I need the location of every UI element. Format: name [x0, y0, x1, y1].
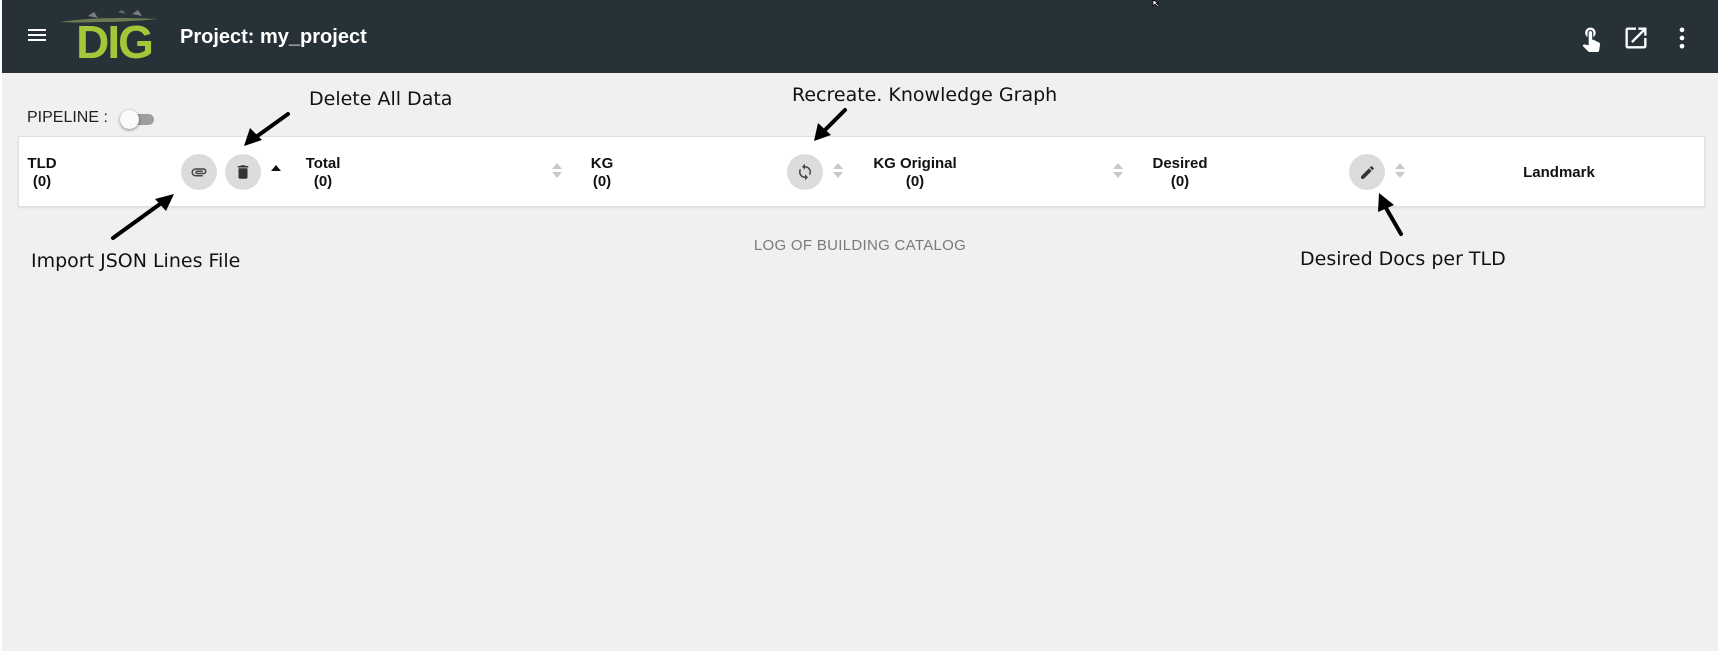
table-header: TLD (0) Total (0) KG (0) KG Original (0) — [18, 136, 1705, 207]
annotation-desired-docs: Desired Docs per TLD — [1300, 248, 1506, 270]
sort-desired-button[interactable] — [1394, 163, 1406, 181]
pipeline-toggle[interactable] — [120, 110, 156, 129]
column-count: (0) — [32, 173, 52, 190]
sort-total-button[interactable] — [551, 163, 563, 181]
annotation-delete-all: Delete All Data — [309, 88, 453, 110]
edit-icon — [1360, 165, 1374, 179]
column-label: KG — [590, 155, 614, 172]
column-header-desired[interactable]: Desired (0) — [1149, 155, 1211, 191]
column-header-kg-original[interactable]: KG Original (0) — [868, 155, 962, 191]
annotation-recreate-kg: Recreate. Knowledge Graph — [792, 84, 1058, 106]
column-header-total[interactable]: Total (0) — [301, 155, 345, 191]
column-count: (0) — [592, 173, 612, 190]
refresh-icon — [799, 163, 811, 181]
delete-all-button[interactable] — [225, 154, 261, 190]
recreate-kg-button[interactable] — [787, 154, 823, 190]
column-header-landmark[interactable]: Landmark — [1519, 164, 1599, 182]
column-count: (0) — [1170, 173, 1190, 190]
page-title: Project: my_project — [180, 26, 367, 48]
more-vert-icon[interactable] — [1668, 24, 1696, 52]
column-label: TLD — [27, 155, 57, 172]
sort-kg-button[interactable] — [832, 163, 844, 181]
logo-text: DIG — [76, 16, 152, 62]
annotation-import-jsonl: Import JSON Lines File — [31, 250, 241, 272]
delete-icon — [237, 165, 249, 179]
touch-app-icon[interactable] — [1577, 24, 1605, 52]
sort-kg-original-button[interactable] — [1112, 163, 1124, 181]
column-count: (0) — [313, 173, 333, 190]
column-header-tld[interactable]: TLD (0) — [25, 155, 59, 191]
column-header-kg[interactable]: KG (0) — [587, 155, 617, 191]
attach-file-icon — [191, 168, 207, 177]
sort-tld-button[interactable] — [270, 162, 282, 180]
column-label: Desired — [1152, 155, 1208, 172]
app-bar: DIG Project: my_project — [2, 0, 1718, 73]
open-in-new-icon[interactable] — [1622, 24, 1650, 52]
pipeline-label: PIPELINE : — [27, 109, 108, 126]
cursor-icon — [1152, 0, 1160, 8]
column-label: KG Original — [873, 155, 957, 172]
column-label: Total — [305, 155, 341, 172]
menu-icon[interactable] — [26, 26, 48, 48]
edit-desired-button[interactable] — [1349, 154, 1385, 190]
dig-logo: DIG — [60, 10, 158, 62]
import-jsonl-button[interactable] — [181, 154, 217, 190]
column-label: Landmark — [1523, 164, 1595, 181]
column-count: (0) — [905, 173, 925, 190]
